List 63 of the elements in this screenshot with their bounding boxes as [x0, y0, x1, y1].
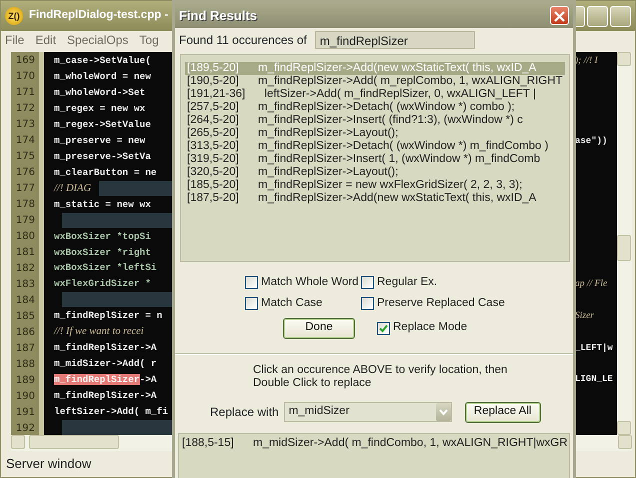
- vertical-scrollbar[interactable]: [617, 52, 632, 435]
- code-line: wxBoxSizer *topSi: [54, 230, 151, 242]
- code-line: m_wholeWord = new: [54, 71, 151, 82]
- code-line: m_findReplSizer->A: [54, 390, 157, 401]
- dialog-title: Find Results: [179, 6, 258, 25]
- code-line: m_wholeWord->Set: [54, 87, 146, 98]
- code-line: m_case->SetValue(: [54, 55, 151, 66]
- code-line: m_midSizer->Add( r: [54, 358, 157, 369]
- result-row[interactable]: [185,5-20] m_findReplSizer = new wxFlexGridSizer( 2, 2, 3, 3);: [185, 179, 565, 192]
- found-label: Found 11 occurences of: [179, 32, 307, 49]
- code-line: ->A: [140, 374, 157, 385]
- replace-combo[interactable]: m_midSizer: [284, 402, 452, 422]
- option-checkbox[interactable]: Preserve Replaced Case: [361, 295, 573, 312]
- app-logo-icon: Z(): [5, 7, 23, 25]
- code-line: m_preserve->SetVa: [54, 150, 151, 162]
- maximize-button[interactable]: [587, 6, 608, 26]
- code-line: m_static = new wx: [54, 198, 151, 210]
- code-line: //! DIAG: [54, 182, 92, 194]
- code-line: m_regex->SetValue: [54, 119, 151, 130]
- checkmark-icon: [379, 324, 388, 332]
- result-row[interactable]: [319,5-20] m_findReplSizer->Insert( 1, (wxWindow *) m_findComb: [185, 153, 565, 166]
- code-line: m_findReplSizer->A: [54, 342, 157, 354]
- menu-item[interactable]: File: [5, 30, 24, 48]
- code-fragment: Sizer: [575, 310, 594, 321]
- code-line: //! If we want to recei: [54, 326, 144, 338]
- code-fragment: _LEFT|w: [575, 342, 613, 353]
- result-row[interactable]: [313,5-20] m_findReplSizer->Detach( (wxWindow *) m_findCombo ): [185, 140, 565, 153]
- result-row[interactable]: [187,5-20] m_findReplSizer->Add(new wxStaticText( this, wxID_A: [185, 192, 565, 205]
- close-icon: [553, 10, 566, 24]
- code-line: wxBoxSizer *leftSi: [54, 262, 157, 274]
- result-row[interactable]: [264,5-20] m_findReplSizer->Insert( (find?1:3), (wxWindow *) c: [185, 114, 565, 127]
- code-fragment: ase")): [575, 136, 608, 146]
- code-line: m_findReplSizer = n: [54, 310, 162, 322]
- replace-mode-checkbox[interactable]: Replace Mode: [377, 319, 468, 337]
- code-line: wxBoxSizer *right: [54, 246, 151, 258]
- code-line: leftSizer->Add( m_fi: [54, 406, 168, 417]
- result-row[interactable]: [257,5-20] m_findReplSizer->Detach( (wxWindow *) combo );: [185, 101, 565, 114]
- menu-item[interactable]: Edit: [35, 30, 56, 48]
- result-row[interactable]: [190,5-20] m_findReplSizer->Add( m_replCombo, 1, wxALIGN_RIGHT: [185, 75, 565, 88]
- line-number-gutter: 169 170 171 172 173 174 175 176 177 178 179 180 181 182 183 184 185 186 187 188 189 190 191 192: [11, 52, 39, 435]
- menu-item[interactable]: SpecialOps: [67, 30, 128, 48]
- replacement-row[interactable]: [188,5-15] m_midSizer->Add( m_findCombo, 1, wxALIGN_RIGHT|wxGR: [180, 436, 568, 450]
- window-title: FindReplDialog-test.cpp -: [29, 8, 168, 24]
- replace-all-button[interactable]: Replace All: [464, 402, 541, 422]
- code-line: m_clearButton = ne: [54, 166, 157, 178]
- code-fragment: LIGN_LE: [575, 374, 613, 384]
- code-line: m_regex = new wx: [54, 103, 146, 114]
- instruction-text: Click an occurence ABOVE to verify location, then Double Click to replace: [253, 364, 508, 390]
- status-text: Server window: [6, 455, 92, 474]
- search-term-field[interactable]: m_findReplSizer: [314, 31, 475, 49]
- code-fragment: ); //! I: [575, 56, 598, 66]
- code-line: wxFlexGridSizer *: [54, 278, 151, 290]
- menu-item[interactable]: Tog: [139, 30, 159, 48]
- replace-label: Replace with: [210, 404, 279, 421]
- option-checkbox[interactable]: Match Whole Word: [245, 274, 361, 292]
- done-button[interactable]: Done: [283, 318, 355, 338]
- option-checkbox[interactable]: Match Case: [245, 295, 361, 312]
- search-match: m_findReplSizer: [54, 374, 140, 385]
- code-line: m_preserve = new: [54, 135, 146, 146]
- option-checkbox[interactable]: Regular Ex.: [361, 274, 573, 292]
- result-row[interactable]: [191,21-36] leftSizer->Add( m_findReplSizer, 0, wxALIGN_LEFT |: [185, 88, 565, 101]
- result-row[interactable]: [320,5-20] m_findReplSizer->Layout();: [185, 166, 565, 179]
- result-row[interactable]: [265,5-20] m_findReplSizer->Layout();: [185, 127, 565, 140]
